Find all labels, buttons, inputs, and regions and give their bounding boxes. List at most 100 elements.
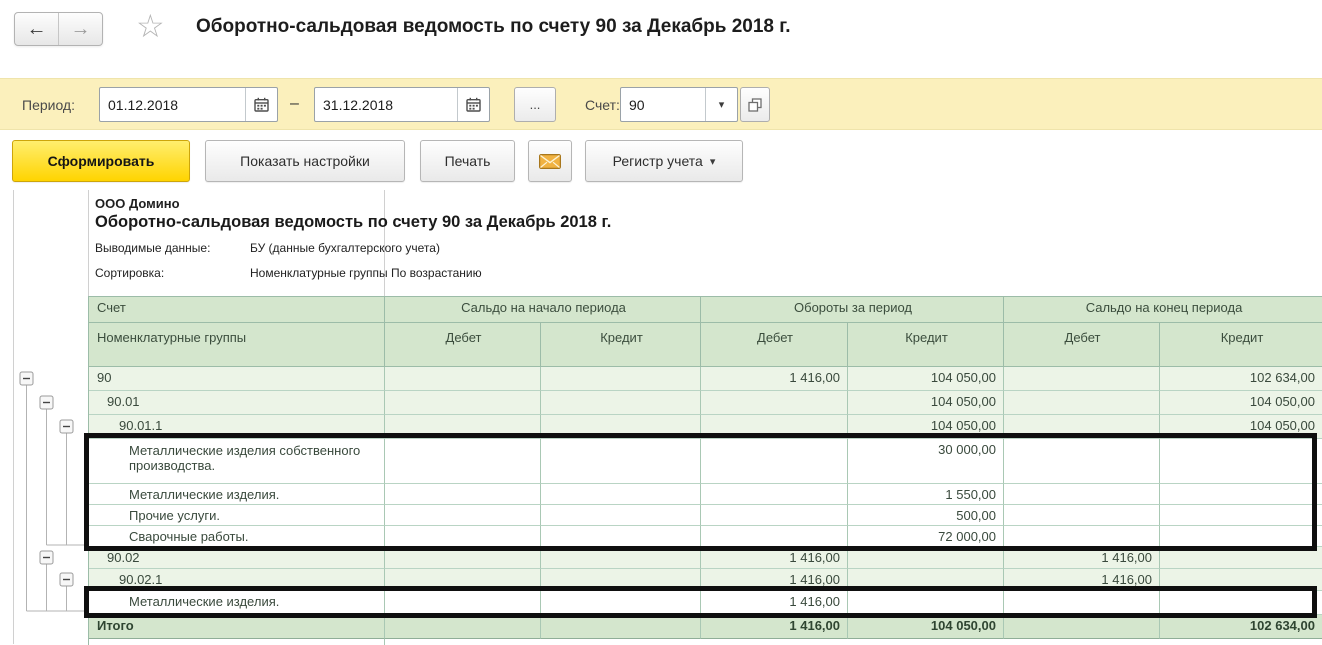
account-input[interactable] bbox=[621, 88, 705, 121]
cell-closing-credit: 104 050,00 bbox=[1160, 415, 1322, 439]
cell-empty bbox=[385, 639, 541, 645]
register-dropdown-button[interactable]: Регистр учета ▾ bbox=[585, 140, 743, 182]
cell-turnover-credit: 104 050,00 bbox=[848, 615, 1004, 639]
cell-total-label: Итого bbox=[89, 615, 385, 639]
print-button[interactable]: Печать bbox=[420, 140, 515, 182]
calendar-icon[interactable] bbox=[457, 88, 489, 121]
cell-nomenclature: Металлические изделия. bbox=[89, 591, 385, 615]
cell-turnover-debit bbox=[701, 391, 848, 415]
cell-account: 90 bbox=[89, 367, 385, 391]
cell-account: 90.01 bbox=[89, 391, 385, 415]
account-field: ▾ bbox=[620, 87, 738, 122]
header-debit: Дебет bbox=[701, 323, 848, 367]
cell-account: 90.02.1 bbox=[89, 569, 385, 591]
cell-nomenclature: Сварочные работы. bbox=[89, 526, 385, 547]
header-credit: Кредит bbox=[848, 323, 1004, 367]
header-closing-balance: Сальдо на конец периода bbox=[1004, 297, 1322, 323]
header-credit: Кредит bbox=[1160, 323, 1322, 367]
cell-opening-debit bbox=[385, 484, 541, 505]
cell-empty bbox=[1160, 639, 1322, 645]
cell-nomenclature: Металлические изделия. bbox=[89, 484, 385, 505]
cell-opening-debit bbox=[385, 547, 541, 569]
cell-closing-debit bbox=[1004, 615, 1160, 639]
cell-empty bbox=[848, 639, 1004, 645]
period-more-button[interactable]: ... bbox=[514, 87, 556, 122]
nav-button-group: ← → bbox=[14, 12, 103, 46]
cell-turnover-credit bbox=[848, 569, 1004, 591]
account-open-button[interactable] bbox=[740, 87, 770, 122]
cell-closing-debit bbox=[1004, 591, 1160, 615]
cell-closing-debit bbox=[1004, 415, 1160, 439]
tree-collapse-90-01[interactable] bbox=[40, 396, 53, 409]
cell-nomenclature: Металлические изделия собственного произ… bbox=[89, 439, 385, 484]
cell-opening-debit bbox=[385, 569, 541, 591]
cell-closing-credit bbox=[1160, 484, 1322, 505]
period-from-input[interactable] bbox=[100, 88, 245, 121]
cell-turnover-debit bbox=[701, 415, 848, 439]
cell-empty bbox=[1004, 639, 1160, 645]
period-to-input[interactable] bbox=[315, 88, 457, 121]
cell-closing-debit bbox=[1004, 439, 1160, 484]
meta-label-sorting: Сортировка: bbox=[95, 266, 164, 280]
cell-opening-debit bbox=[385, 439, 541, 484]
page-title: Оборотно-сальдовая ведомость по счету 90… bbox=[196, 16, 791, 38]
cell-closing-credit: 102 634,00 bbox=[1160, 615, 1322, 639]
forward-button[interactable]: → bbox=[59, 13, 102, 45]
cell-closing-debit bbox=[1004, 391, 1160, 415]
cell-opening-debit bbox=[385, 615, 541, 639]
cell-empty bbox=[89, 639, 385, 645]
cell-turnover-debit: 1 416,00 bbox=[701, 615, 848, 639]
cell-closing-credit bbox=[1160, 591, 1322, 615]
cell-turnover-debit bbox=[701, 484, 848, 505]
tree-collapse-90-02-1[interactable] bbox=[60, 573, 73, 586]
cell-closing-credit bbox=[1160, 569, 1322, 591]
cell-turnover-debit bbox=[701, 505, 848, 526]
cell-turnover-credit bbox=[848, 591, 1004, 615]
cell-turnover-debit bbox=[701, 439, 848, 484]
cell-opening-credit bbox=[541, 484, 701, 505]
cell-nomenclature: Прочие услуги. bbox=[89, 505, 385, 526]
cell-opening-credit bbox=[541, 505, 701, 526]
cell-turnover-credit: 500,00 bbox=[848, 505, 1004, 526]
tree-collapse-90-02[interactable] bbox=[40, 551, 53, 564]
show-settings-button[interactable]: Показать настройки bbox=[205, 140, 405, 182]
cell-turnover-credit: 30 000,00 bbox=[848, 439, 1004, 484]
cell-opening-debit bbox=[385, 415, 541, 439]
meta-value-sorting: Номенклатурные группы По возрастанию bbox=[250, 266, 482, 280]
report-table: Счет Сальдо на начало периода Обороты за… bbox=[88, 296, 1322, 645]
header-debit: Дебет bbox=[385, 323, 541, 367]
cell-opening-credit bbox=[541, 415, 701, 439]
tree-collapse-90[interactable] bbox=[20, 372, 33, 385]
cell-turnover-debit: 1 416,00 bbox=[701, 367, 848, 391]
back-button[interactable]: ← bbox=[15, 13, 59, 45]
cell-opening-debit bbox=[385, 505, 541, 526]
cell-empty bbox=[541, 639, 701, 645]
account-label: Счет: bbox=[585, 97, 620, 113]
send-email-button[interactable] bbox=[528, 140, 572, 182]
cell-turnover-debit: 1 416,00 bbox=[701, 569, 848, 591]
cell-closing-credit bbox=[1160, 505, 1322, 526]
meta-value-output-data: БУ (данные бухгалтерского учета) bbox=[250, 241, 440, 255]
generate-button[interactable]: Сформировать bbox=[12, 140, 190, 182]
cell-closing-debit: 1 416,00 bbox=[1004, 547, 1160, 569]
cell-turnover-credit: 1 550,00 bbox=[848, 484, 1004, 505]
favorite-star-icon[interactable]: ☆ bbox=[136, 10, 165, 42]
tree-collapse-90-01-1[interactable] bbox=[60, 420, 73, 433]
cell-opening-credit bbox=[541, 367, 701, 391]
header-period-turnover: Обороты за период bbox=[701, 297, 1004, 323]
cell-opening-credit bbox=[541, 547, 701, 569]
cell-closing-debit: 1 416,00 bbox=[1004, 569, 1160, 591]
cell-opening-credit bbox=[541, 569, 701, 591]
cell-closing-debit bbox=[1004, 526, 1160, 547]
chevron-down-icon[interactable]: ▾ bbox=[705, 88, 737, 121]
cell-account: 90.02 bbox=[89, 547, 385, 569]
cell-opening-credit bbox=[541, 439, 701, 484]
calendar-icon[interactable] bbox=[245, 88, 277, 121]
cell-turnover-debit: 1 416,00 bbox=[701, 591, 848, 615]
report-title: Оборотно-сальдовая ведомость по счету 90… bbox=[95, 213, 611, 232]
cell-opening-credit bbox=[541, 615, 701, 639]
cell-closing-debit bbox=[1004, 367, 1160, 391]
header-debit: Дебет bbox=[1004, 323, 1160, 367]
cell-closing-credit bbox=[1160, 526, 1322, 547]
period-to-field bbox=[314, 87, 490, 122]
